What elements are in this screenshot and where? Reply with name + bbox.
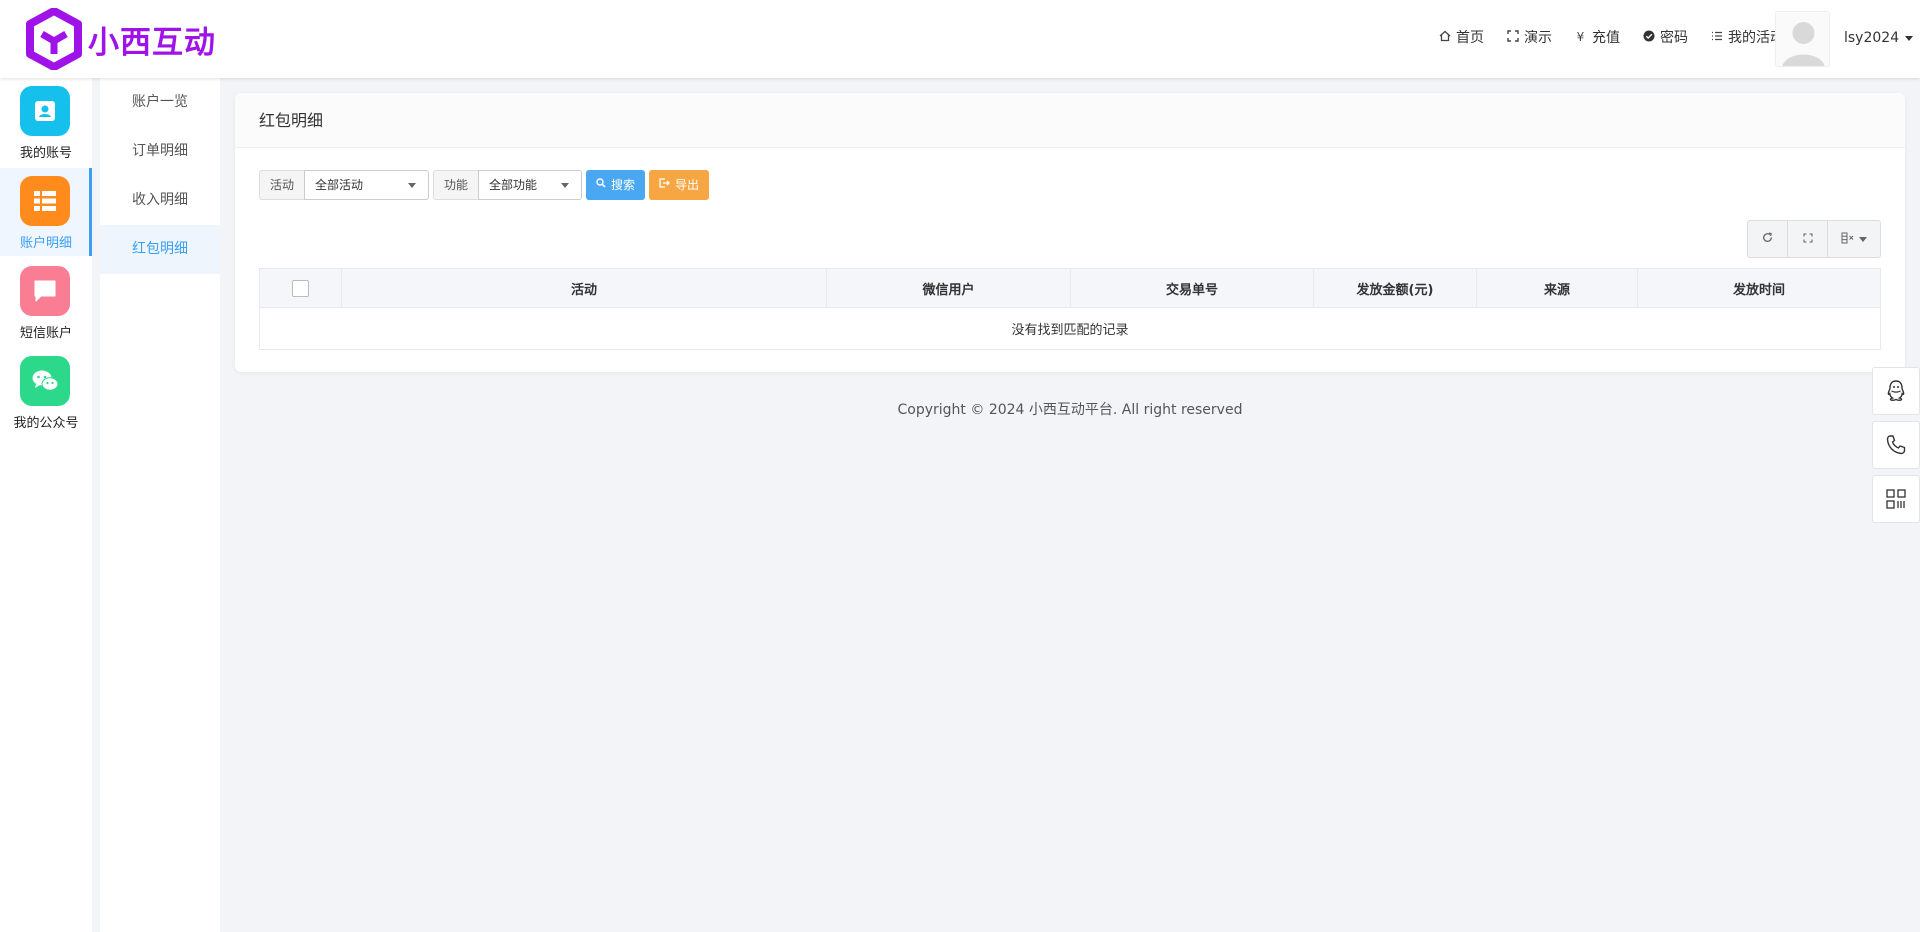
nav-password[interactable]: 密码 — [1642, 27, 1688, 47]
nav-my-activities[interactable]: 我的活动 — [1710, 27, 1784, 47]
export-button-label: 导出 — [675, 178, 700, 192]
footer-copyright: Copyright © 2024 小西互动平台. All right reser… — [897, 402, 1243, 418]
column-header-source[interactable]: 来源 — [1476, 268, 1638, 308]
brand-logo[interactable]: 小西互动 — [26, 8, 216, 70]
column-header-transaction-no[interactable]: 交易单号 — [1070, 268, 1314, 308]
iconbar-item-wechat[interactable]: 我的公众号 — [0, 348, 92, 436]
column-header-wechat-user[interactable]: 微信用户 — [826, 268, 1071, 308]
iconbar-label: 短信账户 — [19, 326, 72, 341]
fullscreen-button[interactable] — [1788, 221, 1828, 257]
user-silhouette-icon — [1776, 12, 1829, 66]
qrcode-button[interactable] — [1872, 475, 1920, 523]
column-header-activity[interactable]: 活动 — [341, 268, 827, 308]
chevron-down-icon — [561, 183, 570, 188]
refresh-icon — [1762, 232, 1773, 246]
top-nav: 首页 演示 ¥ 充值 密码 我的活动 — [1416, 27, 1784, 47]
phone-icon — [1886, 435, 1906, 455]
wechat-icon — [20, 356, 70, 406]
table-header-row: 活动 微信用户 交易单号 发放金额(元) 来源 发放时间 — [259, 268, 1881, 308]
iconbar-item-sms-account[interactable]: 短信账户 — [0, 258, 92, 346]
table-toolbar — [1747, 220, 1881, 258]
page-title: 红包明细 — [235, 93, 1905, 148]
function-filter-label: 功能 — [433, 170, 479, 200]
iconbar-item-my-account[interactable]: 我的账号 — [0, 78, 92, 166]
filter-bar: 活动 全部活动 功能 全部功能 搜索 导出 — [259, 170, 710, 200]
yen-icon: ¥ — [1576, 30, 1585, 44]
content-card: 红包明细 活动 全部活动 功能 全部功能 搜索 导出 活动 微信用户 交易单号 … — [235, 93, 1905, 372]
nav-home-label: 首页 — [1456, 30, 1484, 46]
activity-select[interactable]: 全部活动 — [304, 170, 430, 200]
iconbar-item-account-details[interactable]: 账户明细 — [0, 168, 92, 256]
search-button-label: 搜索 — [611, 178, 636, 192]
list-icon — [1710, 30, 1723, 45]
activity-filter-label: 活动 — [259, 170, 305, 200]
user-menu[interactable]: lsy2024 — [1844, 30, 1914, 46]
nav-demo-label: 演示 — [1524, 30, 1552, 46]
nav-recharge[interactable]: ¥ 充值 — [1574, 27, 1620, 47]
username: lsy2024 — [1844, 30, 1900, 46]
refresh-button[interactable] — [1748, 221, 1788, 257]
activity-select-value: 全部活动 — [315, 178, 364, 192]
home-icon — [1438, 30, 1451, 45]
nav-demo[interactable]: 演示 — [1506, 27, 1552, 47]
expand-icon — [1506, 29, 1519, 45]
phone-contact-button[interactable] — [1872, 421, 1920, 469]
columns-icon — [1841, 232, 1855, 247]
qq-contact-button[interactable] — [1872, 367, 1920, 415]
subnav-account-overview[interactable]: 账户一览 — [100, 78, 220, 127]
search-button[interactable]: 搜索 — [586, 170, 646, 200]
floating-contact-tools — [1872, 367, 1920, 529]
nav-password-label: 密码 — [1660, 30, 1688, 46]
empty-table-message: 没有找到匹配的记录 — [259, 307, 1881, 350]
export-button[interactable]: 导出 — [649, 170, 710, 200]
cube-logo-icon — [26, 8, 82, 70]
function-select-value: 全部功能 — [489, 178, 538, 192]
chevron-down-icon — [1905, 35, 1914, 41]
avatar[interactable] — [1775, 11, 1830, 67]
select-all-checkbox[interactable] — [292, 279, 309, 297]
nav-recharge-label: 充值 — [1592, 30, 1620, 46]
check-circle-icon — [1642, 30, 1655, 45]
column-header-amount[interactable]: 发放金额(元) — [1313, 268, 1477, 308]
sub-sidebar: 账户一览 订单明细 收入明细 红包明细 — [100, 78, 220, 932]
export-icon — [659, 170, 670, 200]
iconbar-label: 我的公众号 — [13, 416, 79, 431]
table-row: 没有找到匹配的记录 — [259, 307, 1881, 350]
message-icon — [20, 266, 70, 316]
qq-icon — [1887, 380, 1905, 401]
column-header-issue-time[interactable]: 发放时间 — [1637, 268, 1881, 308]
select-all-cell — [259, 268, 342, 308]
iconbar-label: 账户明细 — [19, 236, 72, 251]
list-grid-icon — [20, 176, 70, 226]
subnav-order-details[interactable]: 订单明细 — [100, 127, 220, 176]
chevron-down-icon — [1859, 236, 1867, 242]
subnav-redpacket-details[interactable]: 红包明细 — [100, 225, 220, 274]
account-card-icon — [20, 86, 70, 136]
iconbar-label: 我的账号 — [19, 146, 72, 161]
subnav-income-details[interactable]: 收入明细 — [100, 176, 220, 225]
nav-home[interactable]: 首页 — [1438, 27, 1484, 47]
columns-toggle-button[interactable] — [1828, 221, 1880, 257]
chevron-down-icon — [408, 183, 417, 188]
top-header: 小西互动 首页 演示 ¥ 充值 密码 我的活动 lsy2024 — [0, 0, 1920, 78]
function-select[interactable]: 全部功能 — [478, 170, 583, 200]
search-icon — [596, 170, 606, 200]
qrcode-icon — [1886, 489, 1906, 509]
redpacket-table: 活动 微信用户 交易单号 发放金额(元) 来源 发放时间 没有找到匹配的记录 — [259, 268, 1881, 350]
fullscreen-icon — [1802, 232, 1813, 246]
brand-name: 小西互动 — [88, 24, 216, 61]
icon-sidebar: 我的账号 账户明细 短信账户 我的公众号 — [0, 78, 92, 932]
